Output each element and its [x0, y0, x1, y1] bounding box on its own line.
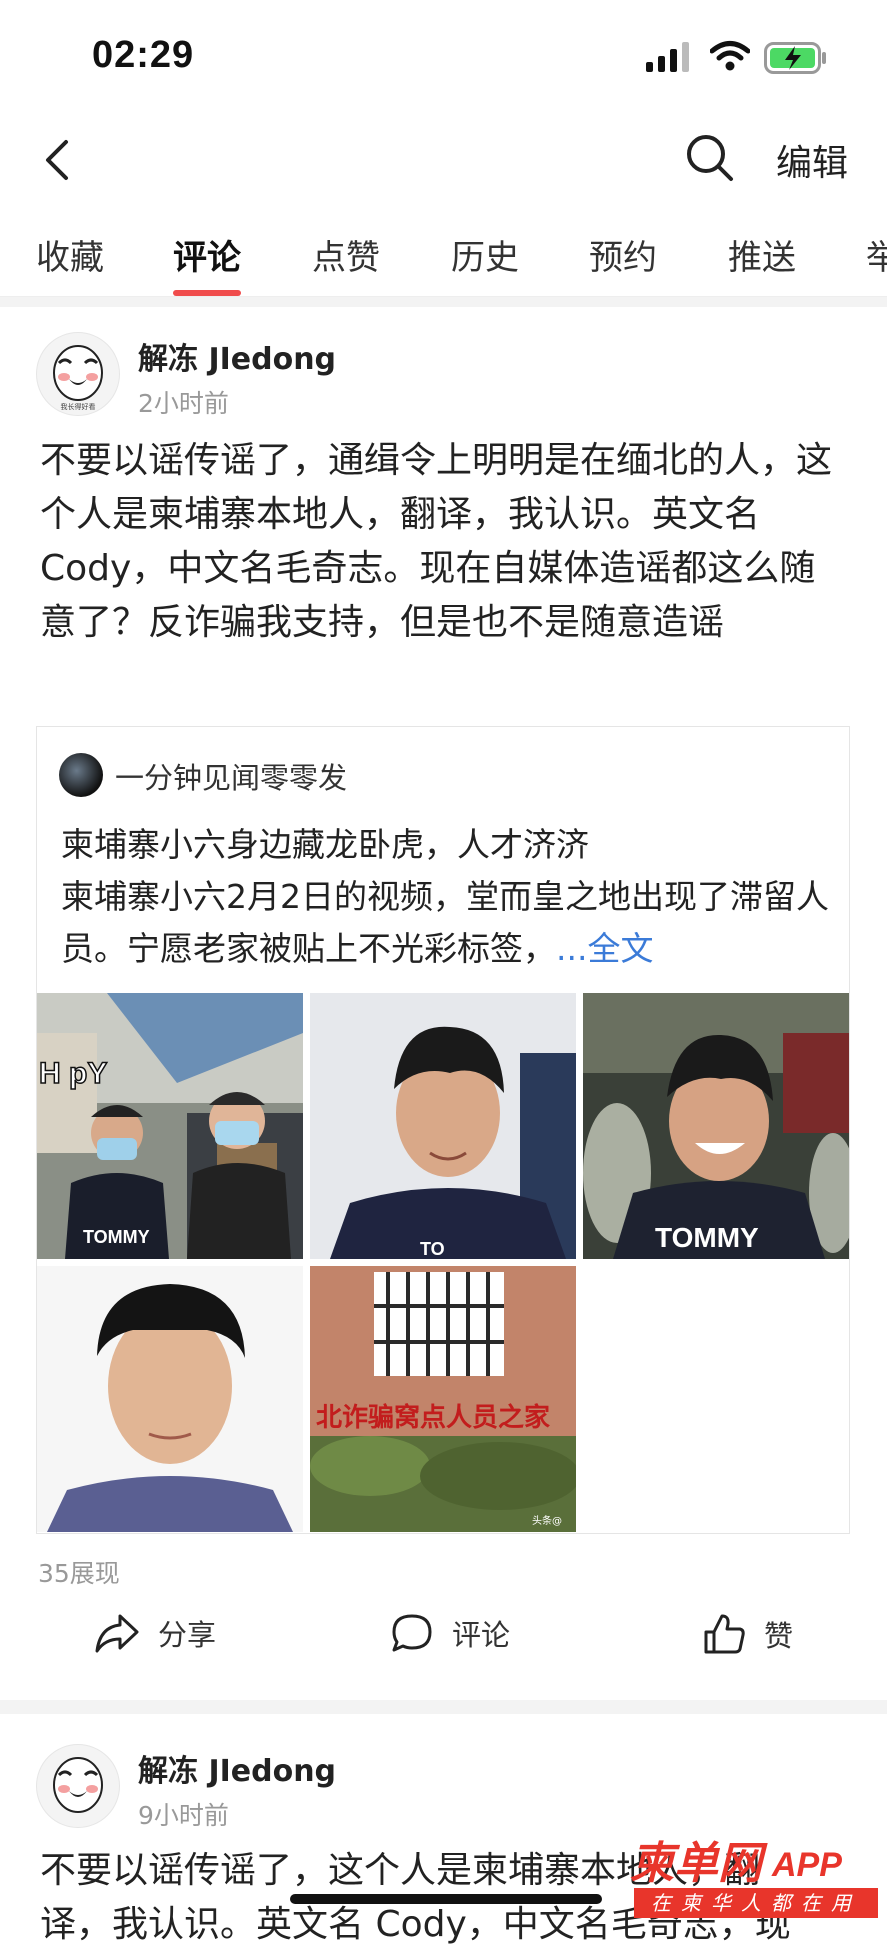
nav-bar: 编辑: [0, 118, 887, 198]
home-indicator: [290, 1894, 602, 1904]
tab-report[interactable]: 举: [866, 230, 887, 279]
image-overlay-text: H pY: [39, 1057, 107, 1090]
action-bar: 分享 评论 赞: [0, 1612, 887, 1668]
battery-charging-icon: [764, 42, 826, 74]
watermark-slogan: 在柬华人都在用: [651, 1891, 861, 1915]
avatar[interactable]: [36, 1744, 120, 1828]
article-image[interactable]: TO: [310, 993, 576, 1259]
source-name[interactable]: 一分钟见闻零零发: [115, 755, 347, 797]
tab-push[interactable]: 推送: [728, 230, 796, 279]
image-watermark: 头条@: [532, 1514, 562, 1527]
tab-likes[interactable]: 点赞: [312, 230, 380, 279]
share-label: 分享: [158, 1618, 217, 1652]
article-snippet: 柬埔寨小六身边藏龙卧虎，人才济济 柬埔寨小六2月2日的视频，堂而皇之地出现了滞留…: [61, 819, 841, 975]
comment-button[interactable]: 评论: [390, 1612, 510, 1654]
article-excerpt: 柬埔寨小六2月2日的视频，堂而皇之地出现了滞留人员。宁愿老家被贴上不光彩标签，: [61, 877, 829, 968]
read-more-link[interactable]: ...全文: [556, 929, 653, 968]
avatar-caption: 我长得好看: [61, 402, 96, 411]
author-name[interactable]: 解冻 JIedong: [138, 1746, 336, 1790]
quoted-article-card[interactable]: 一分钟见闻零零发 柬埔寨小六身边藏龙卧虎，人才济济 柬埔寨小六2月2日的视频，堂…: [36, 726, 850, 1534]
watermark-brand: 柬单网: [630, 1838, 768, 1889]
post-time: 9小时前: [138, 1801, 229, 1830]
shirt-text: TOMMY: [655, 1222, 759, 1253]
status-bar: 02:29: [0, 0, 887, 118]
tab-favorites[interactable]: 收藏: [36, 230, 104, 279]
edit-button[interactable]: 编辑: [776, 134, 848, 186]
source-avatar: [59, 753, 103, 797]
tab-reservations[interactable]: 预约: [589, 230, 657, 279]
shirt-text: TO: [420, 1239, 445, 1259]
share-button[interactable]: 分享: [94, 1612, 216, 1654]
comment-text: 不要以谣传谣了，通缉令上明明是在缅北的人，这个人是柬埔寨本地人，翻译，我认识。英…: [40, 440, 833, 643]
shirt-text: TOMMY: [83, 1227, 150, 1247]
comment-label: 评论: [452, 1618, 511, 1652]
like-label: 赞: [764, 1619, 794, 1653]
divider: [0, 1700, 887, 1714]
view-count: 35展现: [38, 1559, 120, 1588]
active-tab-indicator: [173, 290, 241, 296]
avatar[interactable]: 我长得好看: [36, 332, 120, 416]
article-image[interactable]: [37, 1266, 303, 1532]
clock: 02:29: [92, 34, 195, 76]
wall-slogan: 北诈骗窝点人员之家: [316, 1402, 550, 1433]
like-button[interactable]: 赞: [702, 1612, 793, 1656]
tab-history[interactable]: 历史: [451, 230, 519, 279]
watermark-suffix: APP: [771, 1846, 842, 1884]
share-icon: [95, 1614, 139, 1653]
back-icon[interactable]: [38, 138, 78, 182]
divider: [0, 297, 887, 307]
post-time: 2小时前: [138, 389, 229, 418]
tab-comments[interactable]: 评论: [173, 230, 241, 279]
cellular-signal-icon: [646, 42, 689, 72]
wifi-icon: [710, 41, 750, 71]
author-name[interactable]: 解冻 JIedong: [138, 334, 336, 378]
tab-bar: 收藏 评论 点赞 历史 预约 推送 举: [0, 226, 887, 297]
app-watermark: 柬单网 APP 在柬华人都在用: [624, 1826, 882, 1920]
comment-icon: [392, 1614, 432, 1652]
article-image[interactable]: TOMMY H pY: [37, 993, 303, 1259]
article-image[interactable]: 北诈骗窝点人员之家 头条@: [310, 1266, 576, 1532]
thumbs-up-icon: [704, 1614, 745, 1654]
article-title: 柬埔寨小六身边藏龙卧虎，人才济济: [61, 825, 589, 864]
search-icon[interactable]: [684, 132, 736, 184]
article-image[interactable]: TOMMY: [583, 993, 849, 1259]
